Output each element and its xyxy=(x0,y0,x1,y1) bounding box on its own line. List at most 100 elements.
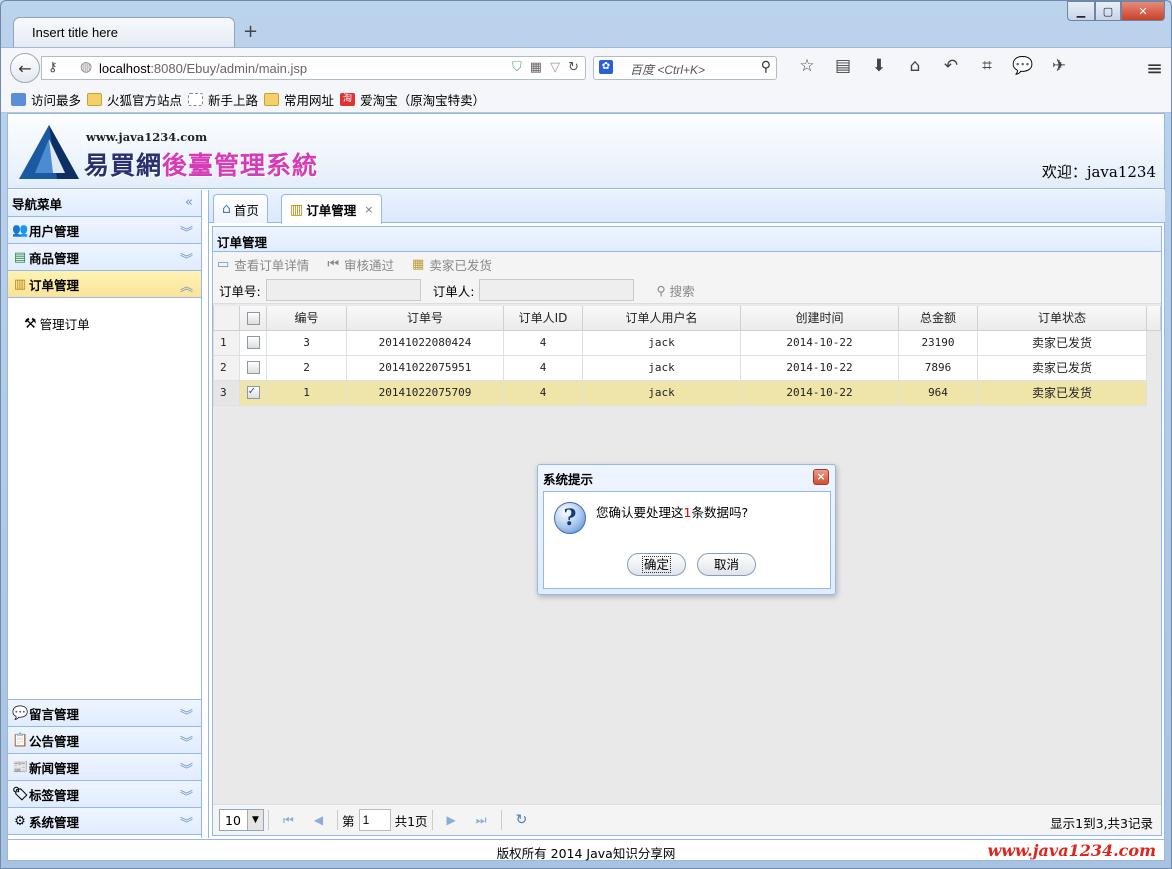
folder-icon xyxy=(87,93,103,106)
col-header[interactable]: 订单人用户名 xyxy=(582,306,741,331)
close-window-button[interactable]: ✕ xyxy=(1121,1,1165,21)
bookmark-common-sites[interactable]: 常用网址 xyxy=(264,90,334,109)
reload-icon[interactable]: ↻ xyxy=(568,60,579,75)
row-checkbox-checked[interactable] xyxy=(246,384,260,400)
bookmark-most-visited[interactable]: 访问最多 xyxy=(11,90,81,109)
prev-page-icon[interactable]: ◀ xyxy=(314,813,323,827)
reader-icon[interactable]: ▤ xyxy=(825,56,861,76)
view-order-button[interactable]: ▭ 查看订单详情 xyxy=(217,255,309,274)
cell-status: 卖家已发货 xyxy=(977,354,1147,381)
bookmark-getting-started[interactable]: 新手上路 xyxy=(188,90,258,109)
collapse-icon[interactable]: ︽ xyxy=(180,276,193,295)
nav-group-label: 标签管理 xyxy=(29,787,80,803)
url-bar[interactable]: ⚷ ◍ localhost:8080/Ebuy/admin/main.jsp ⛉… xyxy=(41,56,586,80)
expand-icon[interactable]: ︾ xyxy=(180,222,193,241)
taobao-icon: 淘 xyxy=(340,93,356,106)
select-all-header[interactable] xyxy=(239,306,267,331)
dropdown-icon[interactable]: ▽ xyxy=(550,60,560,75)
qr-icon[interactable]: ▦ xyxy=(530,60,542,75)
col-header[interactable]: 订单状态 xyxy=(977,306,1147,331)
new-tab-button[interactable]: + xyxy=(243,21,258,42)
page-size-select[interactable]: 10 ▼ xyxy=(219,809,264,831)
tab-order-management[interactable]: ▥ 订单管理 × xyxy=(281,194,383,224)
nav-group-news[interactable]: 📰 新闻管理 ︾ xyxy=(8,754,201,781)
order-no-input[interactable] xyxy=(265,279,421,301)
col-header[interactable]: 订单号 xyxy=(346,306,504,331)
notice-icon: 📋 xyxy=(12,732,29,748)
refresh-icon[interactable]: ↻ xyxy=(516,812,528,828)
minimize-button[interactable]: ▁ xyxy=(1067,1,1095,21)
row-select-cell[interactable] xyxy=(239,379,267,406)
content-tabs: ⌂ 首页 ▥ 订单管理 × xyxy=(209,190,1165,224)
col-header[interactable]: 创建时间 xyxy=(740,306,899,331)
close-icon[interactable]: × xyxy=(813,469,829,485)
star-icon[interactable]: ☆ xyxy=(789,56,825,76)
maximize-button[interactable]: ▢ xyxy=(1095,1,1121,21)
table-row[interactable]: 1 3 20141022080424 4 jack 2014-10-22 231… xyxy=(213,329,1161,356)
table-row-selected[interactable]: 3 1 20141022075709 4 jack 2014-10-22 964… xyxy=(213,379,1161,406)
shipped-button[interactable]: ▦ 卖家已发货 xyxy=(412,255,492,274)
browser-navbar: ← ⚷ ◍ localhost:8080/Ebuy/admin/main.jsp… xyxy=(1,47,1171,87)
browser-search-bar[interactable]: ✿ 百度 <Ctrl+K> ⚲ xyxy=(593,56,777,80)
nav-group-users[interactable]: 👥 用户管理 ︾ xyxy=(8,217,201,244)
menu-icon[interactable]: ≡ xyxy=(1146,56,1163,80)
globe-icon: ◍ xyxy=(80,59,93,75)
search-icon[interactable]: ⚲ xyxy=(761,59,771,75)
collapse-left-icon[interactable]: « xyxy=(185,195,193,210)
nav-group-tags[interactable]: 🏷 标签管理 ︾ xyxy=(8,781,201,808)
expand-icon[interactable]: ︾ xyxy=(180,813,193,832)
nav-group-system[interactable]: ⚙ 系统管理 ︾ xyxy=(8,808,201,835)
cell-id: 1 xyxy=(266,379,347,406)
row-checkbox[interactable] xyxy=(246,361,260,375)
logo-icon xyxy=(19,125,79,179)
last-page-icon[interactable]: ⏭ xyxy=(476,813,487,828)
nav-group-orders[interactable]: ▥ 订单管理 ︽ xyxy=(8,271,201,298)
cancel-button[interactable]: 取消 xyxy=(697,553,756,576)
row-select-cell[interactable] xyxy=(239,354,267,381)
expand-icon[interactable]: ︾ xyxy=(180,249,193,268)
chat-icon[interactable]: 💬 xyxy=(1005,56,1041,76)
shield-icon[interactable]: ⛉ xyxy=(512,60,522,75)
nav-group-products[interactable]: ▤ 商品管理 ︾ xyxy=(8,244,201,271)
crop-icon[interactable]: ⌗ xyxy=(969,56,1005,76)
expand-icon[interactable]: ︾ xyxy=(180,786,193,805)
chevron-down-icon[interactable]: ▼ xyxy=(247,810,263,830)
col-header[interactable]: 总金额 xyxy=(898,306,978,331)
url-text: localhost:8080/Ebuy/admin/main.jsp xyxy=(99,61,307,76)
watermark: www.java1234.com xyxy=(987,841,1156,860)
nav-group-messages[interactable]: 💬 留言管理 ︾ xyxy=(8,700,201,727)
page-icon xyxy=(188,93,204,106)
button-label: 查看订单详情 xyxy=(234,258,310,273)
user-input[interactable] xyxy=(479,279,635,301)
cell-order-no: 20141022075709 xyxy=(346,379,504,406)
bookmark-firefox-site[interactable]: 火狐官方站点 xyxy=(87,90,182,109)
ok-button[interactable]: 确定 xyxy=(627,553,686,576)
first-page-icon[interactable]: ⏮ xyxy=(283,813,294,828)
expand-icon[interactable]: ︾ xyxy=(180,759,193,778)
approve-button[interactable]: ⏮ 审核通过 xyxy=(327,255,394,274)
row-checkbox[interactable] xyxy=(246,336,260,350)
nav-orders-body: ⚒ 管理订单 xyxy=(8,298,201,700)
select-all-checkbox[interactable] xyxy=(246,311,260,325)
nav-item-manage-orders[interactable]: ⚒ 管理订单 xyxy=(24,314,201,333)
bug-icon[interactable]: ✈ xyxy=(1041,56,1077,76)
expand-icon[interactable]: ︾ xyxy=(180,705,193,724)
expand-icon[interactable]: ︾ xyxy=(180,732,193,751)
next-page-icon[interactable]: ▶ xyxy=(447,813,456,827)
download-icon[interactable]: ⬇ xyxy=(861,56,897,76)
table-row[interactable]: 2 2 20141022075951 4 jack 2014-10-22 789… xyxy=(213,354,1161,381)
tab-close-icon[interactable]: × xyxy=(364,203,373,216)
row-select-cell[interactable] xyxy=(239,329,267,356)
tab-home[interactable]: ⌂ 首页 xyxy=(213,194,268,223)
col-header[interactable]: 编号 xyxy=(266,306,347,331)
undo-icon[interactable]: ↶ xyxy=(933,56,969,76)
browser-tab[interactable]: Insert title here xyxy=(13,17,235,47)
page-number-input[interactable] xyxy=(358,809,391,831)
col-header[interactable]: 订单人ID xyxy=(503,306,583,331)
nav-group-notices[interactable]: 📋 公告管理 ︾ xyxy=(8,727,201,754)
back-button[interactable]: ← xyxy=(10,53,40,83)
home-icon[interactable]: ⌂ xyxy=(897,56,933,76)
page-prefix: 第 xyxy=(342,813,355,829)
search-button[interactable]: ⚲ 搜索 xyxy=(656,281,694,300)
bookmark-aitaobao[interactable]: 淘爱淘宝（原淘宝特卖） xyxy=(340,90,485,109)
